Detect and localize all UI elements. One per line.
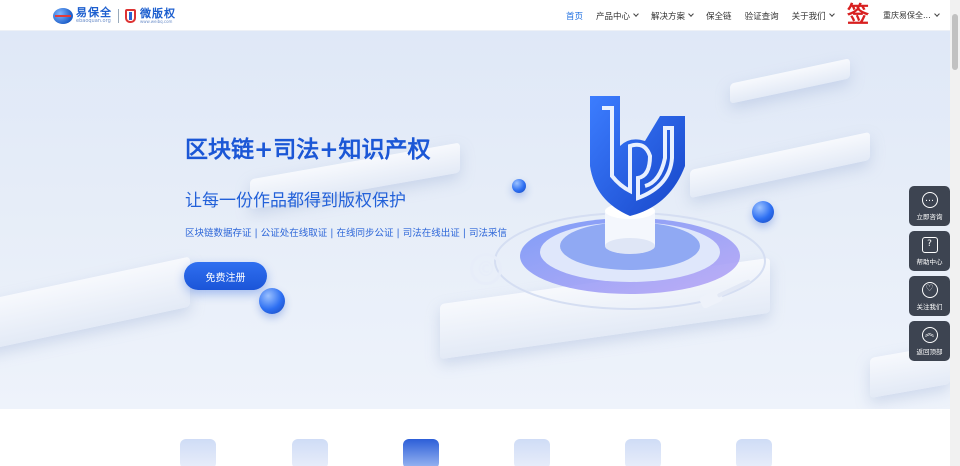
- consult-now-button[interactable]: … 立即咨询: [909, 186, 950, 226]
- logo-primary-subtext: ebaoquan.org: [76, 18, 111, 24]
- feature-icon[interactable]: [292, 439, 328, 466]
- company-name: 重庆易保全...: [883, 11, 931, 20]
- heart-icon: ♡: [921, 281, 938, 298]
- floating-side-panel: … 立即咨询 ? 帮助中心 ♡ 关注我们 ︽ 返回顶部: [909, 186, 950, 366]
- copyright-icon: ©: [470, 253, 502, 285]
- signature-icon[interactable]: 签: [845, 2, 871, 28]
- logo-primary-text: 易保全: [76, 6, 112, 19]
- chevron-down-icon: [933, 11, 940, 17]
- chevron-down-icon: [633, 11, 639, 17]
- hero-banner: © 区块链+司法+知识产权 让每一份作品都得到版权保护 区块链数据存证 | 公证…: [0, 31, 950, 409]
- nav-item-solutions[interactable]: 解决方案: [651, 10, 694, 22]
- page: 易保全 ebaoquan.org 微版权 www.weibq.com 首页 产品…: [0, 0, 960, 466]
- shield-logo-icon: [125, 8, 136, 23]
- chevron-down-icon: [688, 11, 694, 17]
- feature-icon[interactable]: [736, 439, 772, 466]
- nav-item-products[interactable]: 产品中心: [596, 10, 639, 22]
- nav-item-about[interactable]: 关于我们: [792, 10, 835, 22]
- globe-logo-icon: [53, 7, 73, 24]
- main-nav: 首页 产品中心 解决方案 保全链 验证查询 关于我们: [566, 0, 847, 31]
- help-icon: ?: [921, 236, 938, 253]
- feature-icon[interactable]: [180, 439, 216, 466]
- decor-sphere: [512, 179, 526, 193]
- help-center-button[interactable]: ? 帮助中心: [909, 231, 950, 271]
- free-register-button[interactable]: 免费注册: [184, 262, 267, 290]
- decor-sphere: [752, 201, 774, 223]
- nav-item-home[interactable]: 首页: [566, 10, 583, 22]
- nav-item-verify[interactable]: 验证查询: [745, 10, 779, 22]
- feature-icon[interactable]: [403, 439, 439, 466]
- top-nav-bar: 易保全 ebaoquan.org 微版权 www.weibq.com 首页 产品…: [0, 0, 950, 31]
- hero-title: 区块链+司法+知识产权: [185, 137, 431, 163]
- back-to-top-button[interactable]: ︽ 返回顶部: [909, 321, 950, 361]
- back-top-icon: ︽: [921, 326, 938, 343]
- chat-icon: …: [921, 191, 938, 208]
- background-slab: [0, 256, 190, 356]
- feature-icons-row: [0, 409, 950, 466]
- decor-sphere: [259, 288, 285, 314]
- logo-group[interactable]: 易保全 ebaoquan.org 微版权 www.weibq.com: [53, 7, 176, 24]
- feature-icon[interactable]: [514, 439, 550, 466]
- page-scrollbar[interactable]: [950, 0, 960, 466]
- feature-icon[interactable]: [625, 439, 661, 466]
- follow-us-button[interactable]: ♡ 关注我们: [909, 276, 950, 316]
- scrollbar-thumb[interactable]: [952, 14, 958, 70]
- weibq-logo[interactable]: 微版权 www.weibq.com: [125, 8, 176, 24]
- hero-service-tags: 区块链数据存证 | 公证处在线取证 | 在线同步公证 | 司法在线出证 | 司法…: [185, 228, 507, 239]
- ebaoquan-logo[interactable]: 易保全 ebaoquan.org: [53, 7, 112, 24]
- nav-item-chain[interactable]: 保全链: [706, 10, 732, 22]
- logo-secondary-subtext: www.weibq.com: [140, 18, 173, 24]
- logo-divider: [118, 8, 119, 23]
- chevron-down-icon: [828, 11, 835, 17]
- company-menu[interactable]: 重庆易保全...: [883, 10, 940, 21]
- hero-subtitle: 让每一份作品都得到版权保护: [185, 191, 406, 211]
- logo-secondary-text: 微版权: [140, 6, 176, 20]
